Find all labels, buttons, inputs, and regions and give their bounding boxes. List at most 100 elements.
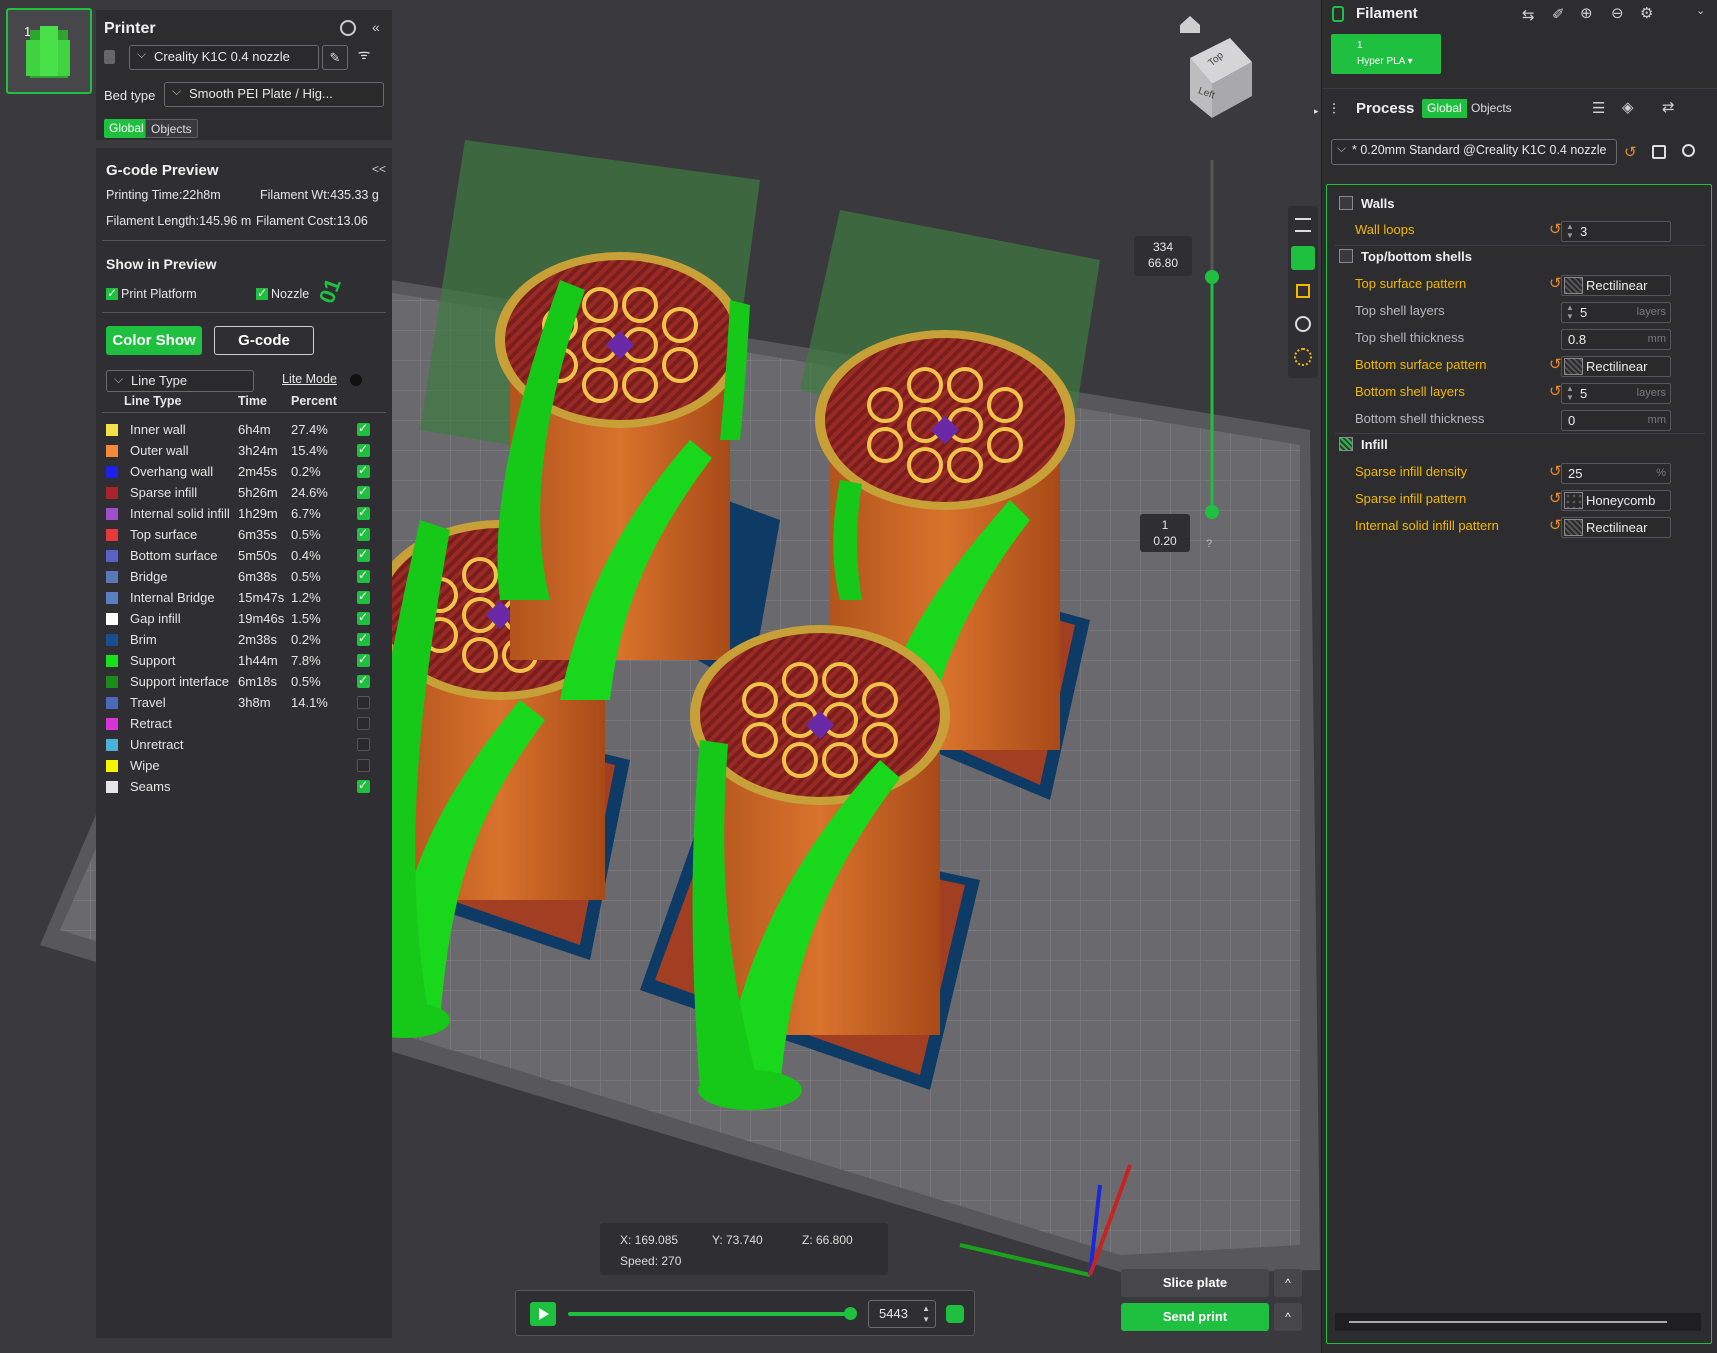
legend-visibility-checkbox[interactable]	[357, 547, 370, 562]
plate-thumbnail[interactable]: 1	[6, 8, 92, 94]
slice-plate-button[interactable]: Slice plate	[1121, 1269, 1269, 1297]
sparse-infill-pattern-select[interactable]: Honeycomb	[1561, 490, 1671, 511]
top-shell-layers-input[interactable]: ▲ ▼ 5 layers	[1561, 302, 1671, 323]
add-filament-icon[interactable]: ⊕	[1580, 4, 1593, 22]
legend-visibility-checkbox[interactable]	[357, 652, 370, 667]
legend-visibility-checkbox[interactable]	[357, 463, 370, 478]
collapse-printer-icon[interactable]: «	[372, 19, 380, 35]
legend-visibility-checkbox[interactable]	[357, 610, 370, 625]
bed-type-select[interactable]: ⌵ Smooth PEI Plate / Hig...	[164, 82, 384, 107]
reset-icon[interactable]: ↺	[1549, 274, 1562, 292]
send-menu-button[interactable]: ^	[1274, 1303, 1302, 1331]
printer-settings-icon[interactable]	[340, 20, 356, 36]
process-profile-select[interactable]: ⌵ * 0.20mm Standard @Creality K1C 0.4 no…	[1331, 139, 1617, 165]
list-view-icon[interactable]: ☰	[1592, 99, 1605, 117]
bottom-shell-layers-label: Bottom shell layers	[1355, 384, 1465, 399]
save-profile-icon[interactable]	[1652, 145, 1666, 159]
coord-y: Y: 73.740	[712, 1233, 763, 1247]
section-walls-label: Walls	[1361, 196, 1395, 211]
legend-visibility-checkbox[interactable]	[357, 505, 370, 520]
play-button[interactable]	[530, 1302, 556, 1326]
legend-visibility-checkbox[interactable]	[357, 484, 370, 499]
reset-icon[interactable]: ↺	[1549, 355, 1562, 373]
reset-icon[interactable]: ↺	[1549, 382, 1562, 400]
collapse-filament-icon[interactable]: ⌄	[1696, 4, 1705, 17]
legend-visibility-checkbox[interactable]	[357, 759, 370, 772]
legend-visibility-checkbox[interactable]	[357, 631, 370, 646]
overhang-icon[interactable]	[1296, 284, 1310, 298]
sparse-infill-density-input[interactable]: 25%	[1561, 463, 1671, 484]
process-tab-global[interactable]: Global	[1422, 99, 1467, 118]
lite-mode-toggle[interactable]	[350, 374, 362, 386]
coordinate-readout: X: 169.085 Y: 73.740 Z: 66.800 Speed: 27…	[600, 1223, 888, 1275]
wifi-icon[interactable]: ᯤ	[354, 45, 374, 67]
show-in-preview-title: Show in Preview	[106, 256, 217, 272]
legend-visibility-checkbox[interactable]	[357, 778, 370, 793]
wall-loops-input[interactable]: ▲ ▼ 3	[1561, 221, 1671, 242]
nozzle-checkbox[interactable]	[256, 286, 268, 300]
sidebar-expand-icon[interactable]: ▸	[1314, 106, 1319, 117]
assembly-icon[interactable]	[1294, 348, 1312, 366]
advanced-toggle-icon[interactable]: ◈	[1622, 98, 1634, 116]
process-tab-objects[interactable]: Objects	[1466, 99, 1517, 118]
reset-icon[interactable]: ↺	[1549, 516, 1562, 534]
move-slider-track[interactable]	[568, 1312, 850, 1316]
color-show-button[interactable]: Color Show	[106, 326, 202, 355]
legend-visibility-checkbox[interactable]	[357, 589, 370, 604]
layer-slider-top-handle[interactable]	[1205, 270, 1219, 284]
bottom-surface-pattern-select[interactable]: Rectilinear	[1561, 356, 1671, 377]
move-step-input[interactable]: 5443 ▲ ▼	[868, 1300, 936, 1328]
search-settings-icon[interactable]	[1682, 144, 1695, 157]
layers-icon[interactable]	[1295, 218, 1311, 232]
legend-visibility-checkbox[interactable]	[357, 421, 370, 436]
legend-visibility-checkbox[interactable]	[357, 738, 370, 751]
legend-visibility-checkbox[interactable]	[357, 696, 370, 709]
send-print-button[interactable]: Send print	[1121, 1303, 1269, 1331]
slice-menu-button[interactable]: ^	[1274, 1269, 1302, 1297]
gcode-button[interactable]: G-code	[214, 326, 314, 355]
collapse-gcode-icon[interactable]: <<	[372, 162, 386, 176]
sync-filament-icon[interactable]: ⇆	[1522, 6, 1535, 24]
layer-slider-bottom-handle[interactable]	[1205, 505, 1219, 519]
spin-arrows-icon[interactable]: ▲ ▼	[1566, 222, 1574, 240]
slider-help-icon[interactable]: ?	[1206, 538, 1212, 550]
printer-tab-global[interactable]: Global	[104, 119, 149, 138]
top-shell-thickness-input[interactable]: 0.8 mm	[1561, 329, 1671, 350]
print-platform-checkbox[interactable]	[106, 286, 118, 300]
layer-view-icon[interactable]	[946, 1305, 964, 1323]
bottom-shell-layers-unit: layers	[1636, 387, 1666, 399]
line-type-select[interactable]: ⌵ Line Type	[106, 370, 254, 392]
internal-solid-infill-pattern-select[interactable]: Rectilinear	[1561, 517, 1671, 538]
reset-profile-icon[interactable]: ↺	[1624, 143, 1637, 161]
legend-visibility-checkbox[interactable]	[357, 442, 370, 457]
move-slider-handle[interactable]	[844, 1307, 857, 1320]
printer-select[interactable]: ⌵ Creality K1C 0.4 nozzle	[129, 45, 319, 70]
spin-arrows-icon[interactable]: ▲ ▼	[1566, 303, 1574, 321]
spin-arrows-icon[interactable]: ▲ ▼	[922, 1303, 930, 1325]
view-cube[interactable]	[1190, 38, 1252, 118]
legend-visibility-checkbox[interactable]	[357, 717, 370, 730]
reset-icon[interactable]: ↺	[1549, 220, 1562, 238]
reset-icon[interactable]: ↺	[1549, 462, 1562, 480]
preview-mode-icon[interactable]	[1291, 246, 1315, 270]
sidebar-scrollbar[interactable]	[1335, 1313, 1701, 1331]
wall-loops-label: Wall loops	[1355, 222, 1415, 237]
legend-visibility-checkbox[interactable]	[357, 568, 370, 583]
printer-tab-objects[interactable]: Objects	[145, 119, 198, 138]
legend-visibility-checkbox[interactable]	[357, 673, 370, 688]
spin-arrows-icon[interactable]: ▲ ▼	[1566, 384, 1574, 402]
home-icon[interactable]	[1180, 16, 1200, 33]
legend-visibility-checkbox[interactable]	[357, 526, 370, 541]
bottom-shell-layers-input[interactable]: ▲ ▼ 5 layers	[1561, 383, 1671, 404]
filament-brush-icon[interactable]: ✐	[1552, 5, 1565, 23]
filament-slot[interactable]: 1 Hyper PLA ▾	[1331, 34, 1441, 74]
filament-settings-icon[interactable]: ⚙	[1640, 4, 1653, 22]
lite-mode-link[interactable]: Lite Mode	[282, 372, 337, 386]
edit-printer-icon[interactable]: ✎	[322, 45, 348, 70]
top-surface-pattern-select[interactable]: Rectilinear	[1561, 275, 1671, 296]
reset-icon[interactable]: ↺	[1549, 489, 1562, 507]
bottom-shell-thickness-input[interactable]: 0 mm	[1561, 410, 1671, 431]
remove-filament-icon[interactable]: ⊖	[1611, 4, 1624, 22]
measure-icon[interactable]	[1295, 316, 1311, 332]
compare-icon[interactable]: ⇄	[1662, 98, 1675, 116]
